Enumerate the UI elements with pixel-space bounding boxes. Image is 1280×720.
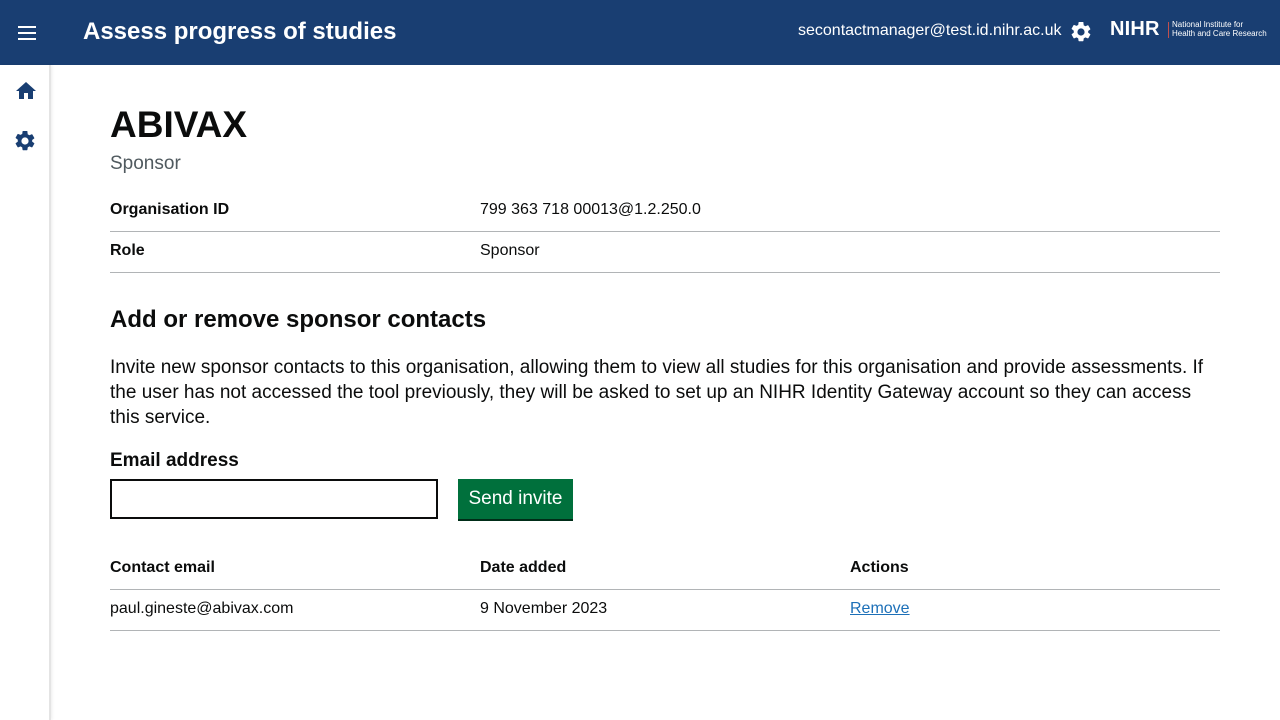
column-header-date-added: Date added	[480, 559, 567, 576]
page-title: ABIVAX	[110, 104, 248, 145]
nihr-logo[interactable]: NIHR National Institute for Health and Ca…	[1110, 18, 1268, 44]
email-label: Email address	[110, 450, 239, 471]
table-header-row: Contact email Date added Actions	[110, 549, 1220, 590]
top-header: Assess progress of studies secontactmana…	[0, 0, 1280, 65]
remove-contact-link[interactable]: Remove	[850, 600, 910, 617]
column-header-actions: Actions	[850, 559, 909, 576]
page-subtitle: Sponsor	[110, 153, 181, 174]
app-title[interactable]: Assess progress of studies	[83, 18, 396, 46]
summary-value: Sponsor	[480, 242, 540, 259]
contact-email: paul.gineste@abivax.com	[110, 600, 294, 617]
summary-value: 799 363 718 00013@1.2.250.0	[480, 201, 701, 218]
user-email: secontactmanager@test.id.nihr.ac.uk	[798, 22, 1062, 39]
section-heading: Add or remove sponsor contacts	[110, 306, 487, 333]
logo-subtext: National Institute for Health and Care Re…	[1172, 20, 1267, 38]
hamburger-menu-icon[interactable]	[14, 21, 40, 45]
logo-divider	[1168, 22, 1169, 38]
logo-text: NIHR	[1110, 18, 1160, 40]
summary-row-role: Role Sponsor	[110, 232, 1220, 273]
gear-icon[interactable]	[13, 129, 37, 153]
section-intro: Invite new sponsor contacts to this orga…	[110, 357, 1204, 428]
email-field[interactable]	[110, 479, 438, 519]
table-row: paul.gineste@abivax.com 9 November 2023 …	[110, 590, 1220, 631]
home-icon[interactable]	[14, 79, 38, 103]
gear-icon[interactable]	[1069, 20, 1093, 44]
send-invite-button[interactable]: Send invite	[458, 479, 573, 519]
date-added: 9 November 2023	[480, 600, 608, 617]
summary-key: Role	[110, 242, 145, 259]
column-header-contact-email: Contact email	[110, 559, 215, 576]
summary-key: Organisation ID	[110, 201, 230, 218]
sidebar	[0, 65, 51, 720]
summary-row-organisation-id: Organisation ID 799 363 718 00013@1.2.25…	[110, 191, 1220, 232]
